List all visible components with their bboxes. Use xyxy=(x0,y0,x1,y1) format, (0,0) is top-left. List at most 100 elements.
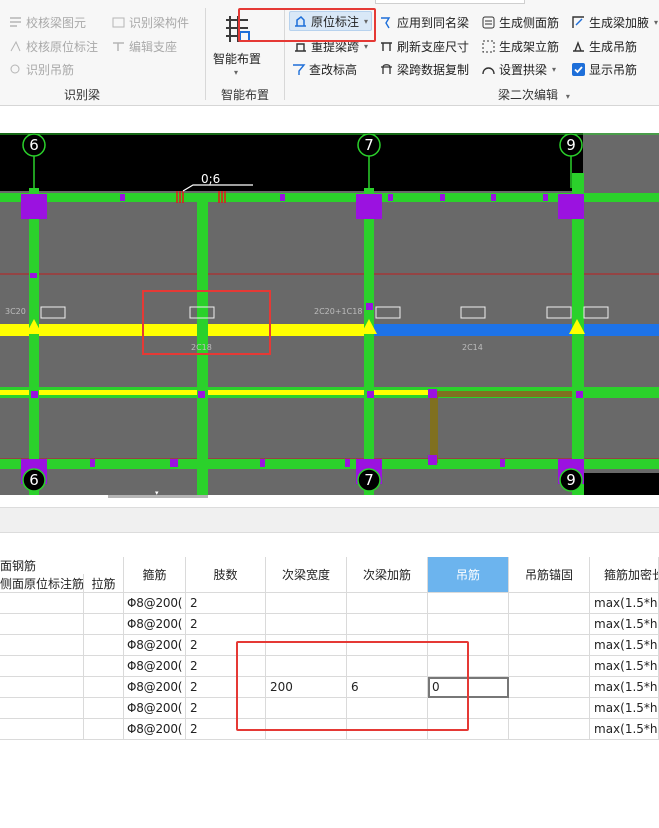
cell-densify-length[interactable]: max(1.5*h,5 xyxy=(590,698,659,719)
cell-secondary-width[interactable]: 200 xyxy=(266,677,347,698)
cell-secondary-width[interactable] xyxy=(266,593,347,614)
cell-tie-bar[interactable] xyxy=(84,593,124,614)
cell-hanger-anchor[interactable] xyxy=(509,656,590,677)
edit-elevation-button[interactable]: 查改标高 xyxy=(291,59,357,79)
cell-legs[interactable]: 2 xyxy=(186,719,266,740)
cell-hanger[interactable] xyxy=(428,635,509,656)
cell-stirrup[interactable]: Φ8@200( xyxy=(124,656,186,677)
cell-tie-bar[interactable] xyxy=(84,677,124,698)
cell-secondary-width[interactable] xyxy=(266,698,347,719)
cell-hanger-anchor[interactable] xyxy=(509,698,590,719)
cell-hanger-anchor[interactable] xyxy=(509,614,590,635)
cell-tie-bar[interactable] xyxy=(84,614,124,635)
cell-hanger[interactable] xyxy=(428,614,509,635)
cell-side-annotation[interactable] xyxy=(0,614,84,635)
cell-stirrup[interactable]: Φ8@200( xyxy=(124,614,186,635)
col-header-densify-length[interactable]: 箍筋加密长 xyxy=(590,557,659,593)
apply-same-name-button[interactable]: 应用到同名梁 xyxy=(379,12,469,32)
cell-stirrup[interactable]: Φ8@200( xyxy=(124,698,186,719)
cell-hanger-anchor[interactable] xyxy=(509,719,590,740)
cell-hanger[interactable] xyxy=(428,593,509,614)
cell-secondary-rebar[interactable]: 6 xyxy=(347,677,428,698)
beam-selected-yellow[interactable] xyxy=(0,324,369,336)
cell-densify-length[interactable]: max(1.5*h,5 xyxy=(590,635,659,656)
cell-densify-length[interactable]: max(1.5*h,5 xyxy=(590,614,659,635)
cell-stirrup[interactable]: Φ8@200( xyxy=(124,719,186,740)
cell-stirrup[interactable]: Φ8@200( xyxy=(124,593,186,614)
cell-legs[interactable]: 2 xyxy=(186,593,266,614)
cell-hanger[interactable] xyxy=(428,698,509,719)
col-header-tie-bar[interactable]: 拉筋 xyxy=(84,574,124,593)
cell-secondary-rebar[interactable] xyxy=(347,719,428,740)
cell-secondary-rebar[interactable] xyxy=(347,698,428,719)
cell-densify-length[interactable]: max(1.5*h,5 xyxy=(590,677,659,698)
check-annotation-button[interactable]: 校核原位标注 xyxy=(8,36,98,56)
set-arch-beam-button[interactable]: 设置拱梁 ▾ xyxy=(481,59,556,79)
cell-densify-length[interactable]: max(1.5*h,5 xyxy=(590,719,659,740)
generate-side-rebar-button[interactable]: 生成侧面筋 xyxy=(481,12,559,32)
column xyxy=(558,194,584,219)
cell-secondary-rebar[interactable] xyxy=(347,656,428,677)
in-place-annotation-button[interactable]: 原位标注 ▾ xyxy=(289,11,373,31)
show-hanger-toggle[interactable]: 显示吊筋 xyxy=(571,59,637,79)
axis-label-top: 6 xyxy=(29,136,39,154)
cell-tie-bar[interactable] xyxy=(84,698,124,719)
col-header-side-annotation[interactable]: 侧面原位标注筋 xyxy=(0,574,84,593)
cell-hanger[interactable]: 0 xyxy=(428,677,509,698)
cell-legs[interactable]: 2 xyxy=(186,614,266,635)
cell-tie-bar[interactable] xyxy=(84,719,124,740)
col-header-secondary-rebar[interactable]: 次梁加筋 xyxy=(347,557,428,593)
identify-component-button[interactable]: 识别梁构件 xyxy=(111,12,189,32)
group-label-smart-layout: 智能布置 xyxy=(221,88,270,102)
cell-tie-bar[interactable] xyxy=(84,656,124,677)
cell-legs[interactable]: 2 xyxy=(186,698,266,719)
col-header-secondary-width[interactable]: 次梁宽度 xyxy=(266,557,347,593)
cell-secondary-width[interactable] xyxy=(266,656,347,677)
cell-side-annotation[interactable] xyxy=(0,635,84,656)
generate-hanger-button[interactable]: 生成吊筋 xyxy=(571,36,637,56)
cell-tie-bar[interactable] xyxy=(84,635,124,656)
cell-hanger-anchor[interactable] xyxy=(509,635,590,656)
cell-secondary-width[interactable] xyxy=(266,719,347,740)
cell-side-annotation[interactable] xyxy=(0,656,84,677)
cell-secondary-rebar[interactable] xyxy=(347,593,428,614)
cell-side-annotation[interactable] xyxy=(0,593,84,614)
cell-stirrup[interactable]: Φ8@200( xyxy=(124,677,186,698)
cell-legs[interactable]: 2 xyxy=(186,656,266,677)
smart-layout-button[interactable]: 智能布置 ▾ xyxy=(210,12,268,80)
col-header-legs[interactable]: 肢数 xyxy=(186,557,266,593)
checkbox-checked-icon[interactable] xyxy=(571,62,586,77)
cell-secondary-rebar[interactable] xyxy=(347,614,428,635)
cell-hanger-anchor[interactable] xyxy=(509,593,590,614)
edit-support-button[interactable]: 编辑支座 xyxy=(111,36,177,56)
cell-hanger[interactable] xyxy=(428,656,509,677)
check-beam-button[interactable]: 校核梁图元 xyxy=(8,12,86,32)
cell-secondary-rebar[interactable] xyxy=(347,635,428,656)
cell-secondary-width[interactable] xyxy=(266,635,347,656)
cell-stirrup[interactable]: Φ8@200( xyxy=(124,635,186,656)
identify-hanger-button[interactable]: 识别吊筋 xyxy=(8,59,74,79)
generate-haunch-button[interactable]: 生成梁加腋 ▾ xyxy=(571,12,658,32)
cell-side-annotation[interactable] xyxy=(0,698,84,719)
beam-rebar-label: 2C18 xyxy=(191,343,212,352)
refresh-support-button[interactable]: 刷新支座尺寸 xyxy=(379,36,469,56)
generate-erection-rebar-button[interactable]: 生成架立筋 xyxy=(481,36,559,56)
chevron-down-icon: ▾ xyxy=(364,41,369,51)
cell-side-annotation[interactable] xyxy=(0,719,84,740)
cell-legs[interactable]: 2 xyxy=(186,677,266,698)
copy-span-data-button[interactable]: 梁跨数据复制 xyxy=(379,59,469,79)
cell-densify-length[interactable]: max(1.5*h,5 xyxy=(590,593,659,614)
cell-side-annotation[interactable] xyxy=(0,677,84,698)
drawing-canvas[interactable]: 6 7 9 6 7 9 0;6 3C20 2C18 2C20+1C18 2C14 xyxy=(0,133,659,495)
col-header-hanger[interactable]: 吊筋 xyxy=(428,557,509,593)
cell-densify-length[interactable]: max(1.5*h,5 xyxy=(590,656,659,677)
beam-blue[interactable] xyxy=(369,324,659,336)
re-extract-span-button[interactable]: 重提梁跨 ▾ xyxy=(293,36,368,56)
cell-secondary-width[interactable] xyxy=(266,614,347,635)
col-header-hanger-anchor[interactable]: 吊筋锚固 xyxy=(509,557,590,593)
group-label-beam-secondary-edit[interactable]: 梁二次编辑 ▾ xyxy=(498,86,570,103)
cell-hanger-anchor[interactable] xyxy=(509,677,590,698)
cell-legs[interactable]: 2 xyxy=(186,635,266,656)
col-header-stirrup[interactable]: 箍筋 xyxy=(124,557,186,593)
cell-hanger[interactable] xyxy=(428,719,509,740)
